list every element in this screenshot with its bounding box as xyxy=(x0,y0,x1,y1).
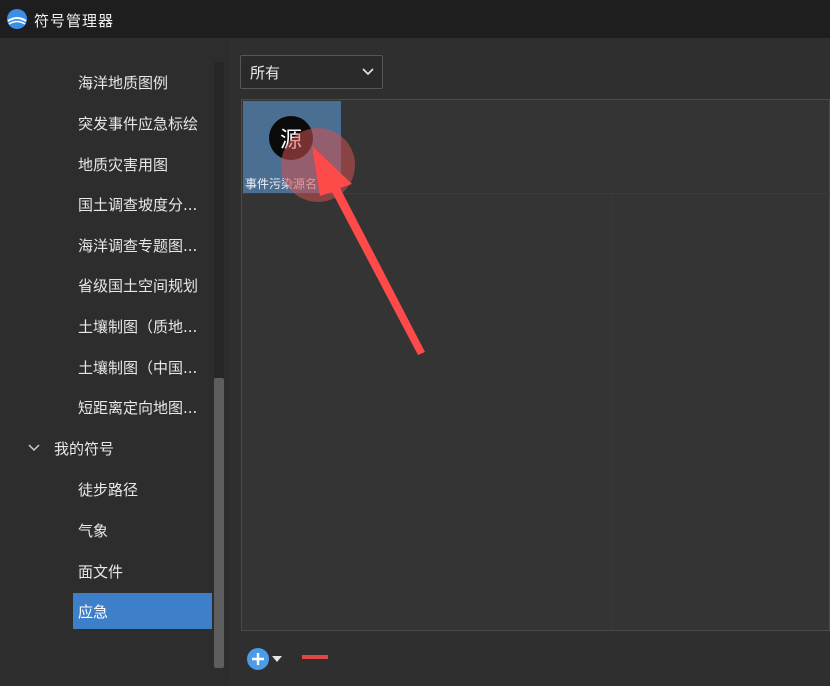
category-filter-dropdown[interactable]: 所有 xyxy=(240,55,383,89)
tree-item-label: 国土调查坡度分... xyxy=(78,195,198,214)
tree-item-library[interactable]: 地质灾害用图 xyxy=(0,146,212,182)
tree-item-library[interactable]: 土壤制图（质地... xyxy=(0,308,212,344)
tree-item-label: 徒步路径 xyxy=(78,480,139,499)
grid-divider xyxy=(612,194,613,630)
minus-icon xyxy=(302,655,328,659)
tree-item-my-symbol[interactable]: 徒步路径 xyxy=(0,471,212,507)
app-logo-icon xyxy=(7,9,27,29)
tree-item-label: 气象 xyxy=(78,521,109,540)
tree-item-my-symbol-selected[interactable]: 应急 xyxy=(73,593,212,629)
tree-item-my-symbol[interactable]: 气象 xyxy=(0,512,212,548)
chevron-down-icon[interactable] xyxy=(28,443,40,453)
window-title: 符号管理器 xyxy=(34,12,115,30)
filter-selected-value: 所有 xyxy=(250,63,281,82)
chevron-down-icon xyxy=(272,656,282,662)
tree-item-label: 土壤制图（中国... xyxy=(78,358,198,377)
tree-group-label: 我的符号 xyxy=(54,439,115,458)
tree-item-library[interactable]: 土壤制图（中国... xyxy=(0,349,212,385)
tree-group-my-symbols[interactable]: 我的符号 xyxy=(0,430,212,466)
tree-item-library[interactable]: 突发事件应急标绘 xyxy=(0,105,212,141)
tree-item-library[interactable]: 海洋调查专题图... xyxy=(0,227,212,263)
tree-item-label: 海洋地质图例 xyxy=(78,73,169,92)
tree-item-label: 省级国土空间规划 xyxy=(78,276,199,295)
title-bar: 符号管理器 xyxy=(0,0,830,38)
red-arrow-pointer xyxy=(312,146,425,355)
tree-item-label: 应急 xyxy=(78,602,109,621)
chevron-down-icon xyxy=(362,68,374,76)
tree-item-library[interactable]: 省级国土空间规划 xyxy=(0,267,212,303)
tree-item-label: 突发事件应急标绘 xyxy=(78,114,199,133)
tree-item-label: 地质灾害用图 xyxy=(78,155,169,174)
tree-item-label: 短距离定向地图... xyxy=(78,398,198,417)
tree-item-library[interactable]: 国土调查坡度分... xyxy=(0,186,212,222)
tree-item-library[interactable]: 短距离定向地图... xyxy=(0,389,212,425)
tree-item-label: 面文件 xyxy=(78,562,124,581)
tree-item-label: 土壤制图（质地... xyxy=(78,317,198,336)
remove-symbol-button[interactable] xyxy=(302,655,328,661)
sidebar-scrollbar-thumb[interactable] xyxy=(214,378,224,668)
add-symbol-button[interactable] xyxy=(246,647,286,671)
tree-item-my-symbol[interactable]: 面文件 xyxy=(0,553,212,589)
tree-item-library[interactable]: 海洋地质图例 xyxy=(0,64,212,100)
tree-item-label: 海洋调查专题图... xyxy=(78,236,198,255)
